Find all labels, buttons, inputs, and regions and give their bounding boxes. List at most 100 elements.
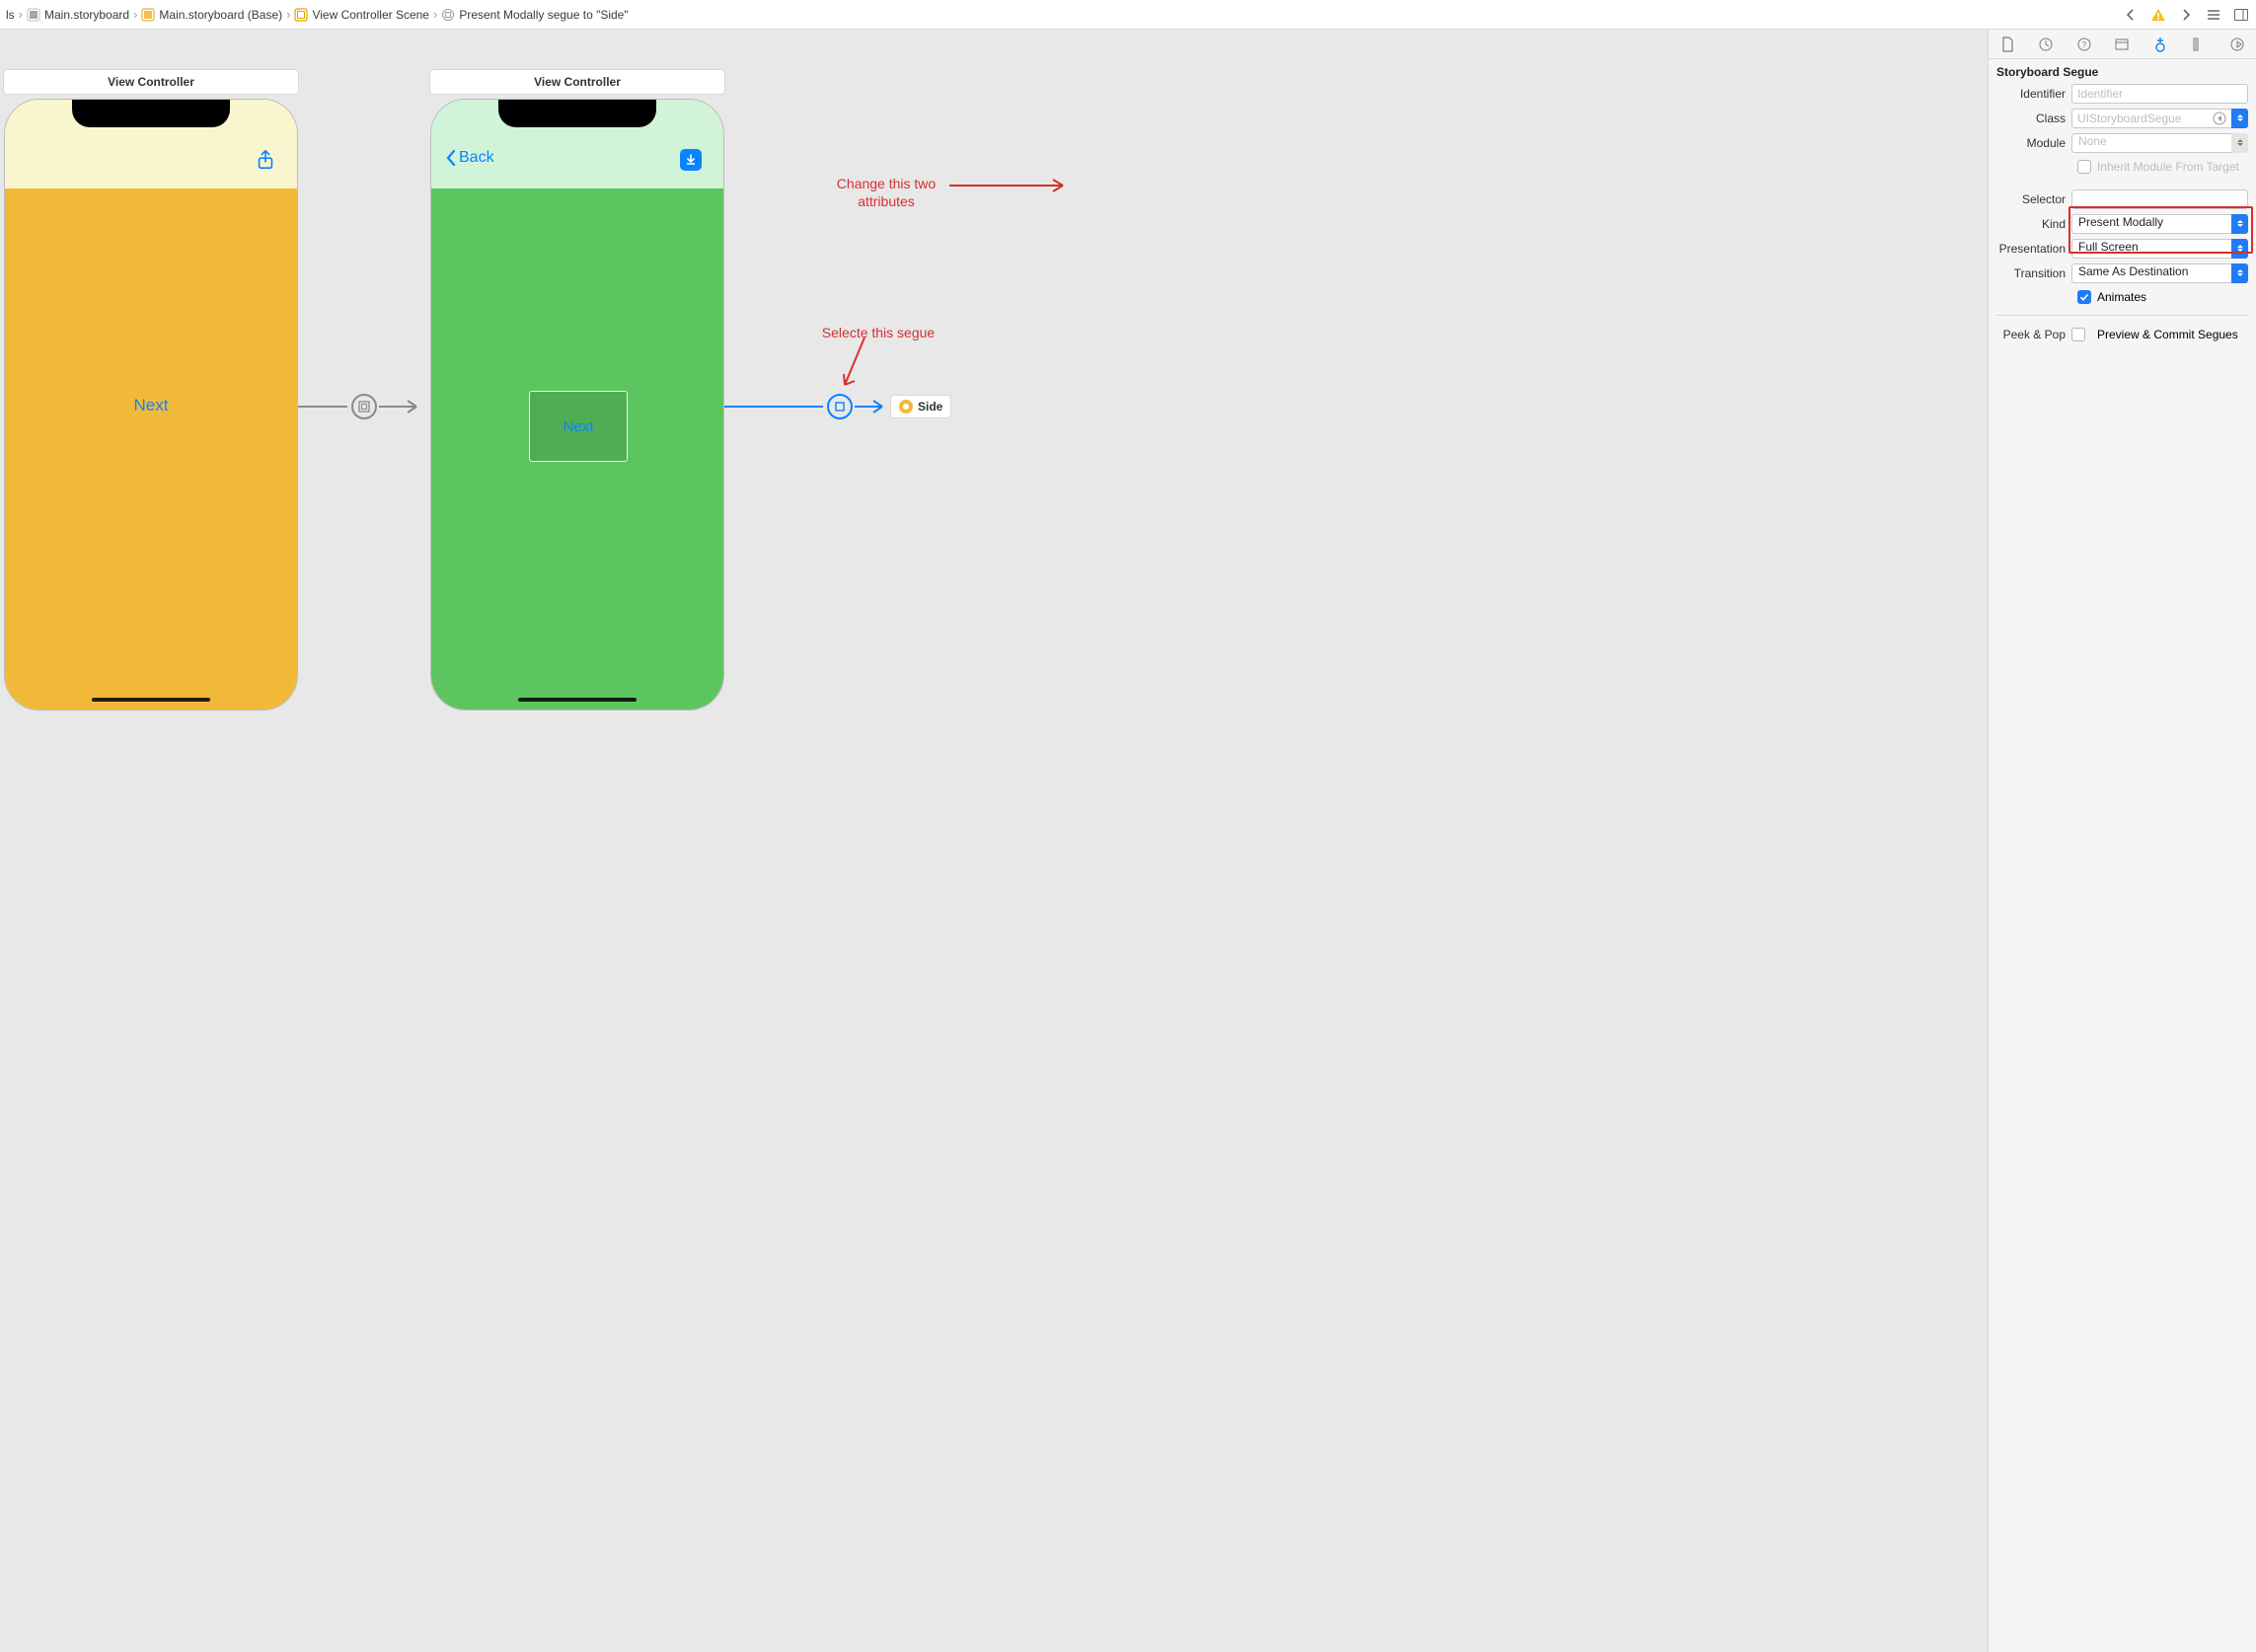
- annotation-change-attributes: Change this two attributes: [817, 175, 955, 210]
- outline-toggle-icon[interactable]: [2205, 6, 2222, 24]
- crumb-main-storyboard[interactable]: Main.storyboard: [27, 8, 129, 22]
- breadcrumb-bar: ls › Main.storyboard › Main.storyboard (…: [0, 0, 2256, 30]
- inspector-tabs: ?: [1989, 30, 2256, 59]
- segue-node-embed[interactable]: [351, 394, 377, 419]
- transition-select[interactable]: Same As Destination: [2071, 263, 2248, 283]
- next-button[interactable]: Next: [134, 396, 169, 415]
- container-next-label: Next: [564, 418, 594, 435]
- label-module: Module: [1996, 136, 2066, 150]
- history-inspector-tab[interactable]: [2036, 35, 2056, 54]
- annotation-select-segue: Selecte this segue: [799, 324, 957, 341]
- goto-class-icon[interactable]: [2213, 112, 2226, 125]
- crumb-text: ls: [6, 8, 15, 22]
- annotation-arrow-icon: [837, 338, 876, 397]
- transition-stepper-button[interactable]: [2231, 263, 2248, 283]
- scene-title-bar[interactable]: View Controller: [429, 69, 725, 95]
- notch-icon: [72, 100, 230, 127]
- kind-stepper-button[interactable]: [2231, 214, 2248, 234]
- phone-mock-2[interactable]: Back Next: [430, 99, 724, 711]
- nav-back-button[interactable]: [2122, 6, 2140, 24]
- crumb-text: Present Modally segue to "Side": [459, 8, 628, 22]
- crumb-main-storyboard-base[interactable]: Main.storyboard (Base): [141, 8, 282, 22]
- chevron-left-icon: [445, 149, 457, 167]
- warning-icon[interactable]: [2149, 6, 2167, 24]
- phone-mock-1[interactable]: Next: [4, 99, 298, 711]
- segue-node-present-modally[interactable]: [827, 394, 853, 419]
- label-class: Class: [1996, 112, 2066, 125]
- help-inspector-tab[interactable]: ?: [2074, 35, 2094, 54]
- inherit-checkbox[interactable]: [2077, 160, 2091, 174]
- inspector-panel: ? Storyboard Segue Identifier Class M: [1988, 30, 2256, 1652]
- section-title: Storyboard Segue: [1989, 59, 2256, 81]
- chevron-right-icon: ›: [133, 7, 137, 22]
- assistant-layout-icon[interactable]: [2232, 6, 2250, 24]
- identity-inspector-tab[interactable]: [2112, 35, 2132, 54]
- annotation-arrow-icon: [949, 178, 1078, 197]
- divider: [1996, 315, 2248, 316]
- preview-checkbox[interactable]: [2071, 328, 2085, 341]
- back-label: Back: [459, 149, 494, 167]
- scene-title-bar[interactable]: View Controller: [3, 69, 299, 95]
- side-badge-text: Side: [918, 400, 942, 413]
- presentation-select[interactable]: Full Screen: [2071, 239, 2248, 259]
- file-inspector-tab[interactable]: [1997, 35, 2017, 54]
- container-view[interactable]: Next: [529, 391, 628, 462]
- label-presentation: Presentation: [1996, 242, 2066, 256]
- nav-forward-button[interactable]: [2177, 6, 2195, 24]
- home-indicator-icon: [518, 698, 637, 702]
- preview-label: Preview & Commit Segues: [2097, 328, 2238, 341]
- row-inherit: Inherit Module From Target: [1996, 155, 2248, 179]
- annotation-line1: Change this two: [817, 175, 955, 192]
- module-select[interactable]: None: [2071, 133, 2248, 153]
- viewcontroller-icon: [899, 400, 913, 413]
- segue-arrow-blue[interactable]: [724, 395, 892, 418]
- side-vc-badge[interactable]: Side: [890, 395, 951, 418]
- chevron-right-icon: ›: [19, 7, 23, 22]
- label-transition: Transition: [1996, 266, 2066, 280]
- storyboard-file-icon: [27, 8, 40, 22]
- kind-select[interactable]: Present Modally: [2071, 214, 2248, 234]
- crumb-segue[interactable]: Present Modally segue to "Side": [441, 8, 628, 22]
- animates-label: Animates: [2097, 290, 2146, 304]
- row-animates: Animates: [1996, 285, 2248, 309]
- chevron-right-icon: ›: [286, 7, 290, 22]
- topbar-right-controls: [2122, 6, 2250, 24]
- row-peek-pop: Peek & Pop Preview & Commit Segues: [1996, 322, 2248, 346]
- home-indicator-icon: [92, 698, 210, 702]
- svg-text:?: ?: [2082, 40, 2087, 49]
- presentation-stepper-button[interactable]: [2231, 239, 2248, 259]
- row-class: Class: [1996, 106, 2248, 130]
- label-identifier: Identifier: [1996, 87, 2066, 101]
- label-peek: Peek & Pop: [1996, 328, 2066, 341]
- attributes-inspector-tab[interactable]: [2150, 35, 2170, 54]
- back-button[interactable]: Back: [445, 149, 494, 167]
- label-kind: Kind: [1996, 217, 2066, 231]
- storyboard-file-icon: [141, 8, 155, 22]
- chevron-right-icon: ›: [433, 7, 437, 22]
- crumb-text: Main.storyboard (Base): [159, 8, 282, 22]
- download-icon[interactable]: [680, 149, 702, 171]
- inherit-label: Inherit Module From Target: [2097, 160, 2239, 174]
- scene-icon: [294, 8, 308, 22]
- row-selector: Selector: [1996, 187, 2248, 211]
- view-body: [5, 188, 297, 710]
- share-icon[interactable]: [256, 149, 275, 176]
- connections-inspector-tab[interactable]: [2227, 35, 2247, 54]
- identifier-input[interactable]: [2071, 84, 2248, 104]
- breadcrumbs: ls › Main.storyboard › Main.storyboard (…: [6, 7, 2112, 22]
- class-stepper-button[interactable]: [2231, 109, 2248, 128]
- crumb-text: View Controller Scene: [312, 8, 429, 22]
- annotation-line2: attributes: [817, 192, 955, 210]
- row-identifier: Identifier: [1996, 81, 2248, 106]
- animates-checkbox[interactable]: [2077, 290, 2091, 304]
- storyboard-canvas[interactable]: View Controller Next View Controller: [0, 30, 1988, 1652]
- crumb-truncated[interactable]: ls: [6, 8, 15, 22]
- label-selector: Selector: [1996, 192, 2066, 206]
- crumb-scene[interactable]: View Controller Scene: [294, 8, 429, 22]
- row-module: Module None: [1996, 130, 2248, 155]
- size-inspector-tab[interactable]: [2189, 35, 2209, 54]
- selector-input[interactable]: [2071, 189, 2248, 209]
- scene-title-text: View Controller: [108, 75, 194, 89]
- notch-icon: [498, 100, 656, 127]
- module-stepper-button[interactable]: [2231, 133, 2248, 153]
